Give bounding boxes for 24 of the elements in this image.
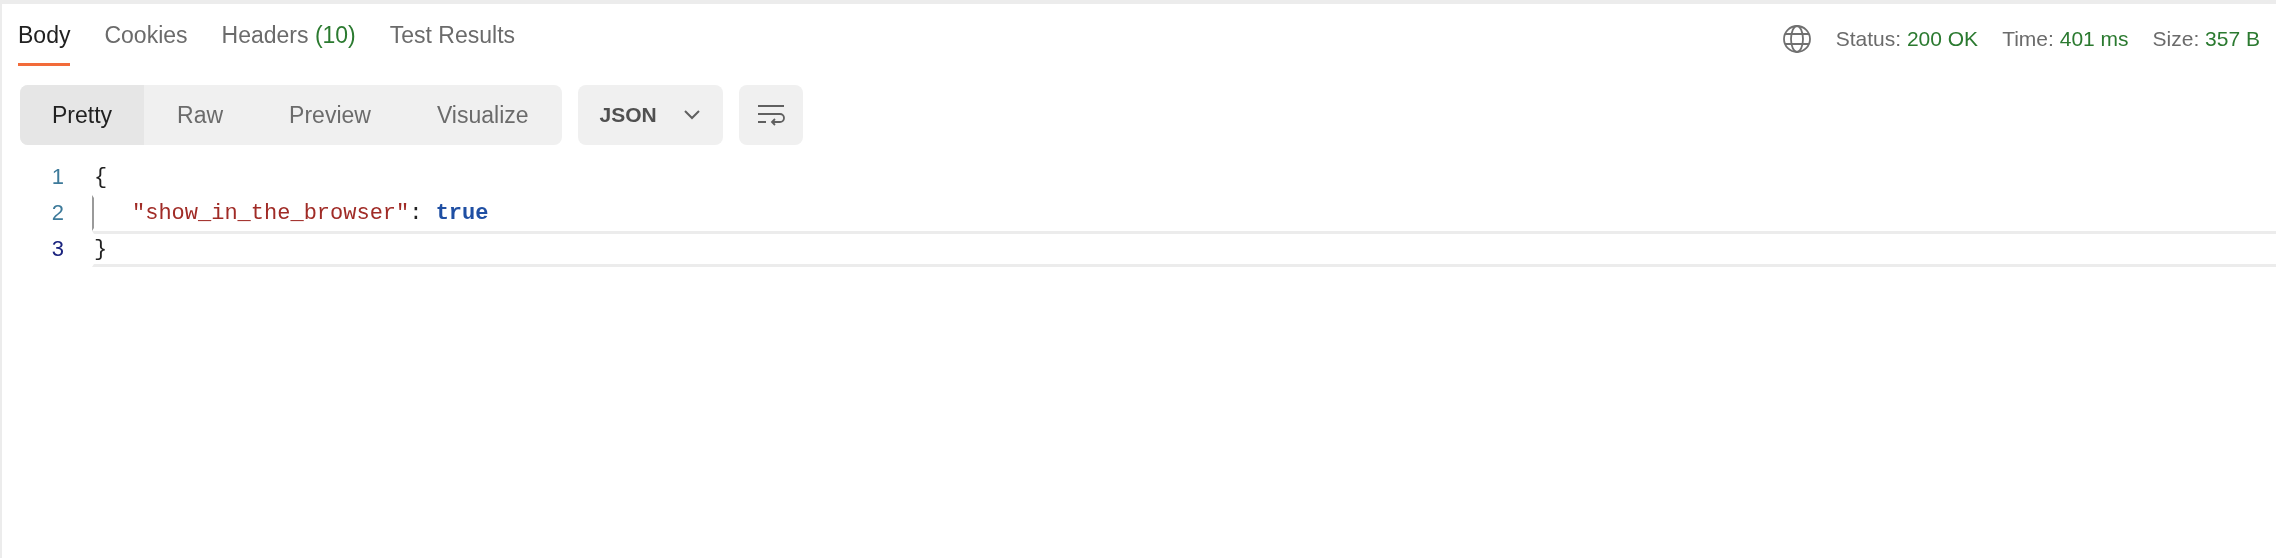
wrap-lines-icon bbox=[755, 103, 786, 127]
code-token: : bbox=[409, 200, 424, 226]
response-tab[interactable]: Cookies bbox=[104, 4, 188, 66]
line-number: 3 bbox=[50, 236, 65, 262]
response-tab[interactable]: Body bbox=[18, 4, 71, 66]
line-number: 2 bbox=[50, 200, 65, 226]
code-token: "show_in_the_browser" bbox=[132, 200, 410, 226]
view-mode-tab[interactable]: Raw bbox=[144, 85, 257, 145]
response-tab[interactable]: Headers (10) bbox=[221, 4, 356, 66]
line-number: 1 bbox=[50, 164, 65, 190]
view-mode-tab[interactable]: Visualize bbox=[403, 85, 562, 145]
wrap-lines-button[interactable] bbox=[738, 85, 803, 145]
view-mode-tab[interactable]: Pretty bbox=[20, 85, 145, 145]
chevron-down-icon bbox=[682, 109, 701, 121]
globe-icon[interactable] bbox=[1781, 24, 1812, 54]
status-text: Status: 200 OK bbox=[1835, 27, 1979, 51]
code-token: { bbox=[94, 164, 108, 190]
format-dropdown[interactable]: JSON bbox=[577, 85, 723, 145]
status-text: Time: 401 ms bbox=[2002, 27, 2129, 51]
status-text: Size: 357 B bbox=[2152, 27, 2260, 51]
code-token: true bbox=[435, 200, 489, 226]
code-token: } bbox=[94, 236, 108, 262]
response-tab[interactable]: Test Results bbox=[389, 4, 516, 66]
view-mode-tab[interactable]: Preview bbox=[256, 85, 404, 145]
